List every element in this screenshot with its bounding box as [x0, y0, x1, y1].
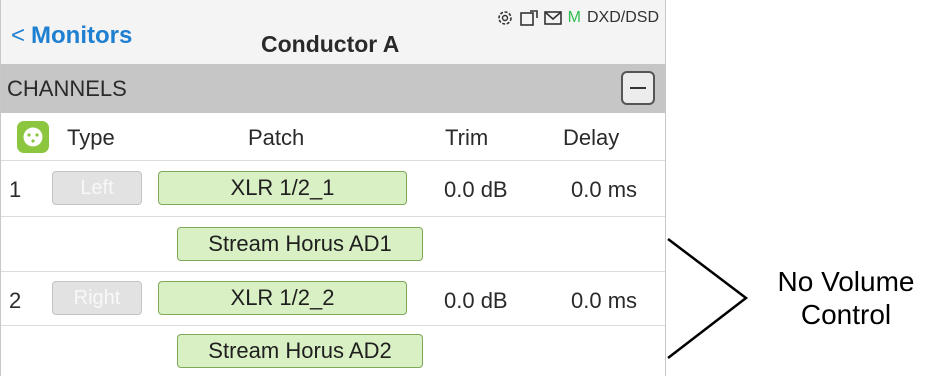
mail-icon	[543, 11, 562, 25]
channel-type-button[interactable]: Left	[52, 171, 142, 205]
stream-patch-button[interactable]: Stream Horus AD1	[177, 227, 423, 261]
column-delay: Delay	[563, 125, 620, 150]
status-mode: DXD/DSD	[586, 9, 659, 26]
patch-button[interactable]: XLR 1/2_2	[158, 281, 407, 315]
trim-value[interactable]: 0.0 dB	[444, 288, 508, 314]
xlr-connector-icon[interactable]	[17, 121, 49, 153]
trim-value[interactable]: 0.0 dB	[444, 177, 508, 203]
column-type: Type	[67, 125, 115, 150]
column-patch: Patch	[248, 125, 305, 150]
channel-number: 1	[9, 177, 22, 202]
back-chevron-icon: <	[11, 22, 26, 49]
collapse-button[interactable]	[621, 71, 655, 105]
annotation-bracket	[667, 238, 749, 359]
delay-value[interactable]: 0.0 ms	[571, 177, 637, 203]
channel-row: 2 Right XLR 1/2_2 0.0 dB 0.0 ms	[1, 272, 665, 326]
patch-button[interactable]: XLR 1/2_1	[158, 171, 407, 205]
section-label: CHANNELS	[7, 76, 127, 101]
delay-value[interactable]: 0.0 ms	[571, 288, 637, 314]
monitor-panel: < Monitors Conductor A M DXD/DSD CHANNELS	[0, 0, 666, 376]
minus-icon	[630, 87, 646, 89]
annotation-line-2: Control	[800, 299, 892, 330]
annotation-text: No Volume Control	[766, 265, 926, 331]
channels-section-header: CHANNELS	[1, 64, 665, 113]
back-button[interactable]: < Monitors	[11, 22, 132, 50]
stream-row: Stream Horus AD1	[1, 217, 665, 272]
channel-type-button[interactable]: Right	[52, 281, 142, 315]
back-label: Monitors	[31, 22, 133, 49]
column-header-row: Type Patch Trim Delay	[1, 113, 665, 161]
status-bar: M DXD/DSD	[496, 9, 659, 27]
app-header: < Monitors Conductor A M DXD/DSD	[1, 0, 665, 64]
channel-row: 1 Left XLR 1/2_1 0.0 dB 0.0 ms	[1, 161, 665, 217]
stream-patch-button[interactable]: Stream Horus AD2	[177, 334, 423, 368]
status-m: M	[567, 9, 581, 26]
column-trim: Trim	[445, 125, 489, 150]
page-title: Conductor A	[261, 31, 400, 57]
card-icon	[519, 10, 538, 26]
gear-icon	[497, 11, 512, 25]
channel-number: 2	[9, 288, 22, 313]
stream-row: Stream Horus AD2	[1, 326, 665, 376]
annotation-line-1: No Volume	[777, 266, 915, 297]
